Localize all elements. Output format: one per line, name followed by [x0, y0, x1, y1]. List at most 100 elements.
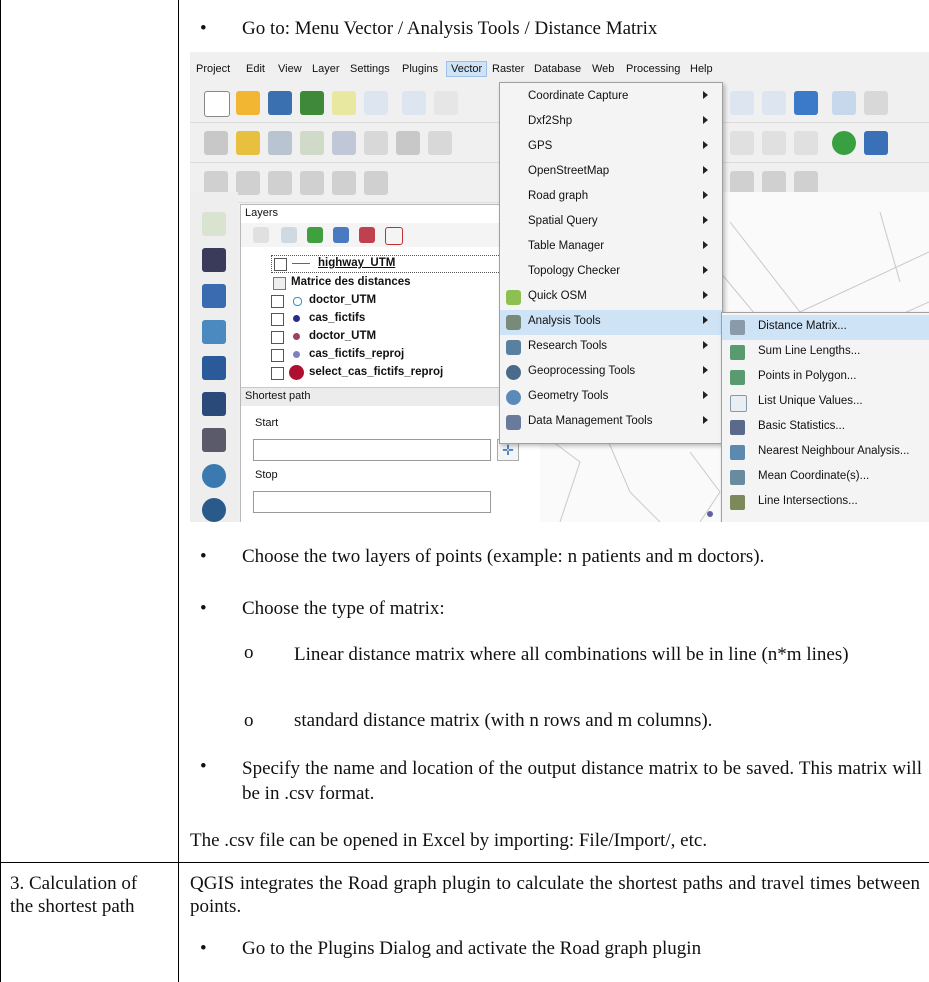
layer-checkbox-checked[interactable] [274, 258, 287, 271]
add-wms-layer-icon[interactable] [202, 464, 226, 488]
python-console-icon[interactable] [864, 131, 888, 155]
open-project-icon[interactable] [236, 91, 260, 115]
menu-item-road-graph[interactable]: Road graph [500, 185, 722, 210]
layer-item[interactable]: select_cas_fictifs_reproj [271, 365, 531, 383]
submenu-item-sum-line-lengths[interactable]: Sum Line Lengths... [722, 340, 929, 365]
submenu-item-distance-matrix[interactable]: Distance Matrix... [722, 315, 929, 340]
layer-item[interactable]: cas_fictifs_reproj [271, 347, 531, 365]
save-edits-icon[interactable] [268, 131, 292, 155]
start-point-input[interactable] [253, 439, 491, 461]
menu-item-table-manager[interactable]: Table Manager [500, 235, 722, 260]
pan-to-selection-icon[interactable] [434, 91, 458, 115]
layer-checkbox[interactable] [271, 313, 284, 326]
layout-manager-icon[interactable] [364, 91, 388, 115]
menu-item-quick-osm[interactable]: Quick OSM [500, 285, 722, 310]
menu-item-analysis-tools[interactable]: Analysis Tools [500, 310, 722, 335]
table-row-divider-3 [0, 862, 929, 863]
menu-item-geoprocessing-tools[interactable]: Geoprocessing Tools [500, 360, 722, 385]
menu-processing[interactable]: Processing [626, 63, 680, 75]
layer-item[interactable]: cas_fictifs [271, 311, 531, 329]
layer-checkbox[interactable] [271, 295, 284, 308]
menu-view[interactable]: View [278, 63, 302, 75]
menu-help[interactable]: Help [690, 63, 713, 75]
eye-icon[interactable] [281, 227, 297, 243]
submenu-item-points-in-polygon[interactable]: Points in Polygon... [722, 365, 929, 390]
menu-raster[interactable]: Raster [492, 63, 524, 75]
layer-checkbox[interactable] [271, 367, 284, 380]
plugin-green-icon[interactable] [832, 131, 856, 155]
menu-item-research-tools[interactable]: Research Tools [500, 335, 722, 360]
add-ring-icon[interactable] [236, 171, 260, 195]
open-layer-styling-icon[interactable] [253, 227, 269, 243]
menu-item-gps[interactable]: GPS [500, 135, 722, 160]
menu-item-spatial-query[interactable]: Spatial Query [500, 210, 722, 235]
add-oracle-layer-icon[interactable] [202, 392, 226, 416]
identify-icon[interactable] [832, 91, 856, 115]
fill-ring-icon[interactable] [300, 171, 324, 195]
stop-point-input[interactable] [253, 491, 491, 513]
refresh-icon[interactable] [794, 91, 818, 115]
layer-checkbox-checked[interactable] [271, 349, 284, 362]
menu-database[interactable]: Database [534, 63, 581, 75]
expand-all-icon[interactable] [333, 227, 349, 243]
collapse-all-icon[interactable] [359, 227, 375, 243]
add-vector-layer-icon[interactable] [202, 212, 226, 236]
identify-features-icon[interactable] [864, 91, 888, 115]
menu-item-topology-checker[interactable]: Topology Checker [500, 260, 722, 285]
add-postgis-layer-icon[interactable] [202, 284, 226, 308]
submenu-item-basic-statistics[interactable]: Basic Statistics... [722, 415, 929, 440]
menu-edit[interactable]: Edit [246, 63, 265, 75]
layers-panel-toolbar [241, 223, 541, 247]
submenu-item-line-intersections[interactable]: Line Intersections... [722, 490, 929, 515]
label-style-icon[interactable] [762, 131, 786, 155]
save-project-icon[interactable] [268, 91, 292, 115]
submenu-item-nearest-neighbour[interactable]: Nearest Neighbour Analysis... [722, 440, 929, 465]
save-as-icon[interactable] [300, 91, 324, 115]
add-wcs-layer-icon[interactable] [202, 498, 226, 522]
add-part-icon[interactable] [268, 171, 292, 195]
layer-checkbox[interactable] [271, 331, 284, 344]
add-mssql-layer-icon[interactable] [202, 356, 226, 380]
zoom-in-icon[interactable] [730, 91, 754, 115]
layer-item[interactable]: highway_UTM [271, 255, 533, 273]
submenu-item-mean-coordinates[interactable]: Mean Coordinate(s)... [722, 465, 929, 490]
add-feature-icon[interactable] [300, 131, 324, 155]
layer-item[interactable]: doctor_UTM [271, 329, 531, 347]
pan-icon[interactable] [402, 91, 426, 115]
cut-icon[interactable] [428, 131, 452, 155]
menu-vector[interactable]: Vector [446, 61, 488, 77]
layer-item[interactable]: Matrice des distances [271, 275, 531, 293]
menu-plugins[interactable]: Plugins [402, 63, 438, 75]
menu-item-geometry-tools[interactable]: Geometry Tools [500, 385, 722, 410]
label-pin-icon[interactable] [794, 131, 818, 155]
menu-item-dxf2shp[interactable]: Dxf2Shp [500, 110, 722, 135]
bullet-text: Choose the type of matrix: [242, 598, 445, 619]
delete-icon[interactable] [396, 131, 420, 155]
delete-part-icon[interactable] [364, 171, 388, 195]
new-project-icon[interactable] [204, 91, 230, 117]
menu-layer[interactable]: Layer [312, 63, 340, 75]
delete-ring-icon[interactable] [332, 171, 356, 195]
zoom-out-icon[interactable] [762, 91, 786, 115]
move-feature-icon[interactable] [332, 131, 356, 155]
pencil-icon[interactable] [236, 131, 260, 155]
new-print-layout-icon[interactable] [332, 91, 356, 115]
add-db2-layer-icon[interactable] [202, 428, 226, 452]
menu-web[interactable]: Web [592, 63, 614, 75]
add-raster-layer-icon[interactable] [202, 248, 226, 272]
filter-icon[interactable] [307, 227, 323, 243]
sub-bullet-dot: o [244, 710, 254, 731]
toggle-editing-icon[interactable] [204, 131, 228, 155]
table-border-left [0, 0, 1, 982]
menu-item-data-management-tools[interactable]: Data Management Tools [500, 410, 722, 435]
menu-item-openstreetmap[interactable]: OpenStreetMap [500, 160, 722, 185]
remove-layer-icon[interactable] [385, 227, 403, 245]
layer-item[interactable]: doctor_UTM [271, 293, 531, 311]
menu-settings[interactable]: Settings [350, 63, 390, 75]
menu-item-coordinate-capture[interactable]: Coordinate Capture [500, 85, 722, 110]
submenu-item-list-unique-values[interactable]: List Unique Values... [722, 390, 929, 415]
add-spatialite-layer-icon[interactable] [202, 320, 226, 344]
node-tool-icon[interactable] [364, 131, 388, 155]
label-icon[interactable] [730, 131, 754, 155]
menu-project[interactable]: Project [196, 63, 230, 75]
